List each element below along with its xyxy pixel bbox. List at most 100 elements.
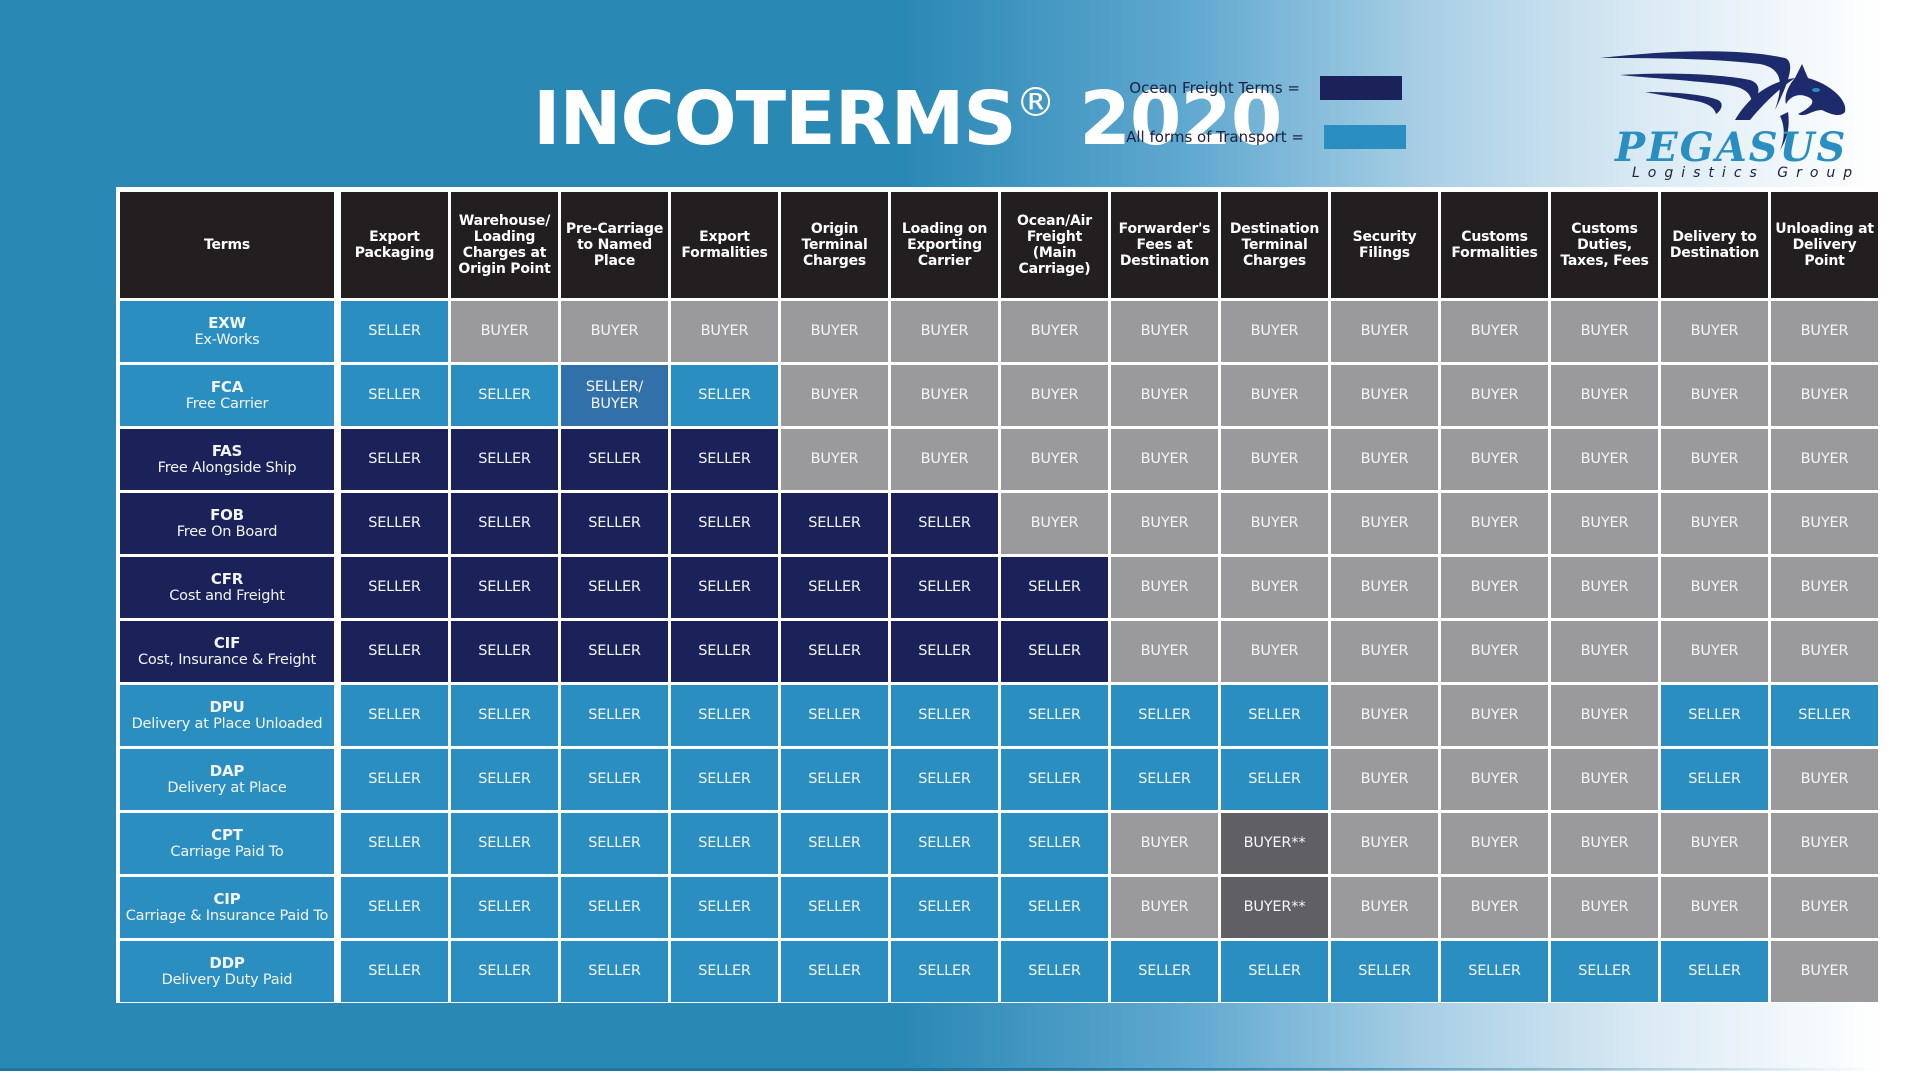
header-terms: Terms	[120, 192, 334, 298]
responsibility-cell: BUYER	[1771, 877, 1878, 938]
responsibility-cell: BUYER	[1441, 429, 1548, 490]
responsibility-cell: BUYER	[1441, 685, 1548, 746]
responsibility-cell: SELLER	[1001, 877, 1108, 938]
responsibility-cell: BUYER	[1661, 365, 1768, 426]
responsibility-cell: BUYER	[1111, 813, 1218, 874]
responsibility-cell: BUYER	[1441, 877, 1548, 938]
responsibility-cell: SELLER	[671, 621, 778, 682]
term-code: EXW	[208, 313, 246, 332]
term-cell-cfr: CFR Cost and Freight	[120, 557, 334, 618]
responsibility-cell: BUYER	[1221, 557, 1328, 618]
term-code: CFR	[210, 569, 244, 588]
responsibility-cell: BUYER	[1771, 813, 1878, 874]
responsibility-cell: SELLER	[1001, 941, 1108, 1002]
term-name: Delivery Duty Paid	[161, 971, 293, 988]
term-cell-dap: DAP Delivery at Place	[120, 749, 334, 810]
term-name: Free Alongside Ship	[157, 459, 297, 476]
responsibility-cell: SELLER	[1221, 749, 1328, 810]
responsibility-cell: SELLER	[451, 365, 558, 426]
responsibility-cell: SELLER	[561, 493, 668, 554]
responsibility-cell: SELLER	[781, 557, 888, 618]
responsibility-cell: BUYER	[1771, 941, 1878, 1002]
responsibility-cell: BUYER	[1111, 429, 1218, 490]
responsibility-cell: SELLER	[451, 429, 558, 490]
responsibility-cell: SELLER	[451, 941, 558, 1002]
responsibility-cell: BUYER**	[1221, 877, 1328, 938]
responsibility-cell: BUYER	[1771, 557, 1878, 618]
column-header: Delivery to Destination	[1661, 192, 1768, 298]
responsibility-cell: SELLER	[451, 621, 558, 682]
responsibility-cell: SELLER	[451, 877, 558, 938]
responsibility-cell: BUYER	[1221, 301, 1328, 362]
responsibility-cell: BUYER	[1441, 365, 1548, 426]
term-name: Delivery at Place	[167, 779, 287, 796]
responsibility-cell: BUYER	[671, 301, 778, 362]
responsibility-cell: SELLER	[451, 557, 558, 618]
term-name: Free On Board	[176, 523, 278, 540]
responsibility-cell: SELLER	[1441, 941, 1548, 1002]
responsibility-cell: BUYER	[1771, 429, 1878, 490]
legend-label-ocean: Ocean Freight Terms =	[1129, 79, 1300, 97]
responsibility-cell: BUYER	[1661, 877, 1768, 938]
term-cell-exw: EXW Ex-Works	[120, 301, 334, 362]
term-code: DAP	[209, 761, 245, 780]
responsibility-cell: BUYER	[1221, 429, 1328, 490]
responsibility-cell: SELLER	[891, 941, 998, 1002]
term-cell-cif: CIF Cost, Insurance & Freight	[120, 621, 334, 682]
responsibility-cell: BUYER	[1001, 365, 1108, 426]
responsibility-cell: SELLER	[451, 493, 558, 554]
responsibility-cell: SELLER	[891, 877, 998, 938]
responsibility-cell: BUYER	[1771, 749, 1878, 810]
responsibility-cell: SELLER	[341, 813, 448, 874]
responsibility-cell: BUYER	[1221, 493, 1328, 554]
responsibility-cell: SELLER	[891, 813, 998, 874]
responsibility-cell: BUYER	[1661, 301, 1768, 362]
registered-mark: ®	[1015, 80, 1056, 126]
term-code: DDP	[209, 953, 245, 972]
responsibility-cell: BUYER	[1661, 429, 1768, 490]
responsibility-cell: BUYER	[1111, 365, 1218, 426]
responsibility-cell: SELLER	[1001, 621, 1108, 682]
term-cell-fas: FAS Free Alongside Ship	[120, 429, 334, 490]
logo-tagline: Logistics Group	[1632, 165, 1861, 181]
responsibility-cell: BUYER	[1331, 301, 1438, 362]
responsibility-cell: SELLER	[1111, 749, 1218, 810]
term-name: Delivery at Place Unloaded	[131, 715, 323, 732]
legend-all-transport: All forms of Transport =	[1064, 125, 1406, 149]
responsibility-cell: BUYER	[1001, 429, 1108, 490]
bottom-edge	[0, 1068, 1880, 1071]
column-header: Loading on Exporting Carrier	[891, 192, 998, 298]
responsibility-cell: SELLER	[1221, 685, 1328, 746]
responsibility-cell: SELLER	[781, 813, 888, 874]
responsibility-cell: BUYER	[891, 301, 998, 362]
responsibility-cell: SELLER	[1001, 557, 1108, 618]
responsibility-cell: SELLER	[1551, 941, 1658, 1002]
term-cell-fob: FOB Free On Board	[120, 493, 334, 554]
term-cell-dpu: DPU Delivery at Place Unloaded	[120, 685, 334, 746]
responsibility-cell: BUYER	[1441, 557, 1548, 618]
responsibility-cell: BUYER	[1661, 557, 1768, 618]
responsibility-cell: SELLER	[671, 493, 778, 554]
responsibility-cell: BUYER	[1331, 493, 1438, 554]
responsibility-cell: BUYER	[1551, 877, 1658, 938]
term-name: Free Carrier	[185, 395, 269, 412]
responsibility-cell: BUYER	[1331, 749, 1438, 810]
column-header: Forwarder's Fees at Destination	[1111, 192, 1218, 298]
term-code: CIP	[213, 889, 241, 908]
responsibility-cell: SELLER	[1661, 941, 1768, 1002]
responsibility-cell: SELLER	[891, 557, 998, 618]
responsibility-cell: SELLER	[891, 621, 998, 682]
column-header: Origin Terminal Charges	[781, 192, 888, 298]
term-cell-cip: CIP Carriage & Insurance Paid To	[120, 877, 334, 938]
responsibility-cell: SELLER	[341, 621, 448, 682]
responsibility-cell: SELLER	[781, 749, 888, 810]
responsibility-cell: BUYER	[1001, 301, 1108, 362]
responsibility-cell: SELLER	[671, 557, 778, 618]
responsibility-cell: BUYER	[1111, 493, 1218, 554]
responsibility-cell: SELLER	[781, 685, 888, 746]
term-name: Ex-Works	[194, 331, 260, 348]
column-header: Ocean/Air Freight (Main Carriage)	[1001, 192, 1108, 298]
term-code: CPT	[211, 825, 243, 844]
responsibility-cell: BUYER	[1111, 621, 1218, 682]
responsibility-cell: SELLER	[891, 749, 998, 810]
